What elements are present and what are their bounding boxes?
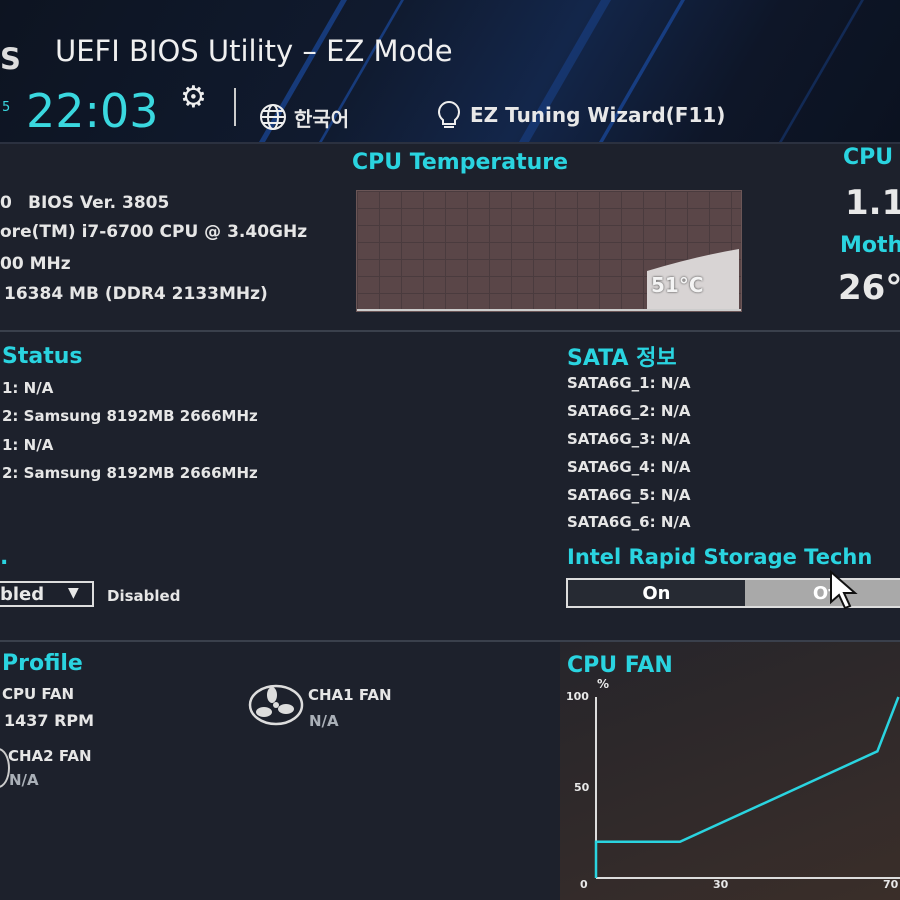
fan-curve-line — [594, 696, 900, 878]
cpu-fan-chart[interactable] — [0, 0, 900, 900]
